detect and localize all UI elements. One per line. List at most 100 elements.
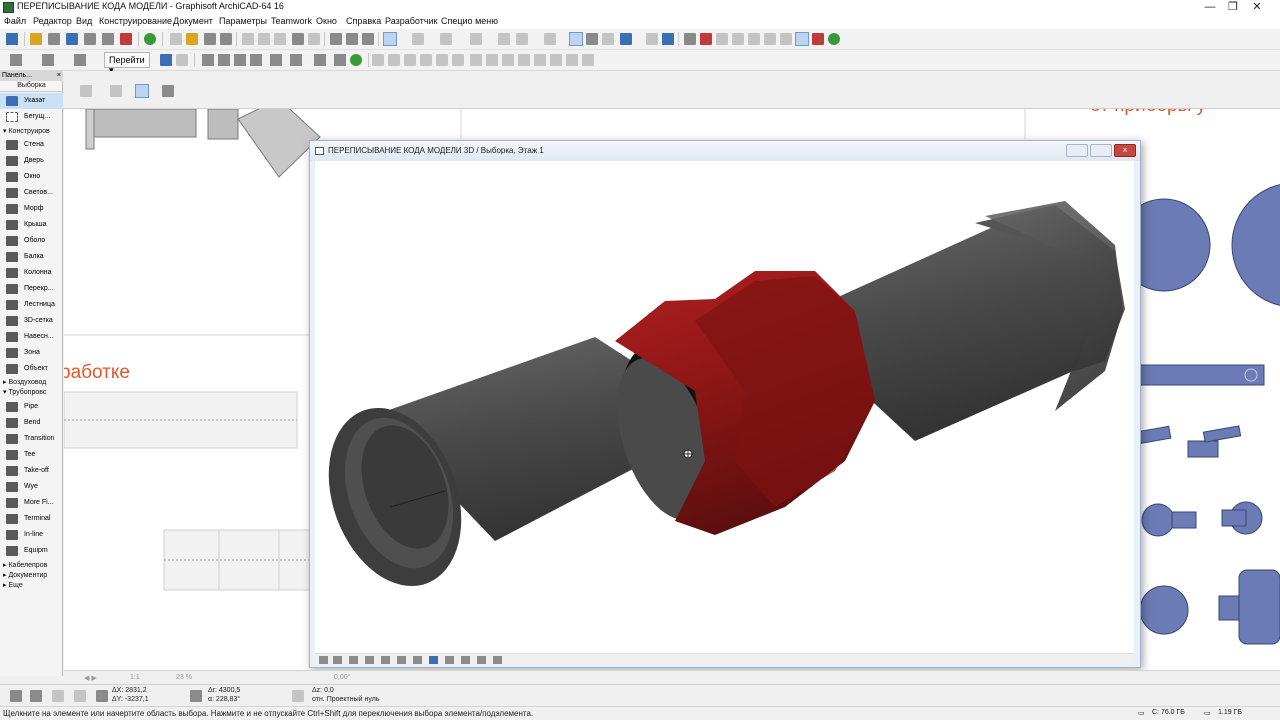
save-view-icon[interactable] (334, 54, 346, 66)
navigate-icon[interactable] (445, 656, 454, 664)
tool-skylight[interactable]: Светов... (0, 185, 63, 201)
group-pipes[interactable]: ▾ Трубопровс (0, 388, 63, 398)
split-icon[interactable] (684, 33, 696, 45)
order2-icon[interactable] (550, 54, 562, 66)
undo-zoom-icon[interactable]: ◀ ▶ (84, 674, 97, 682)
tool-curtain-wall[interactable]: Навесн... (0, 329, 63, 345)
orbit-icon[interactable] (429, 656, 438, 664)
menu-developer[interactable]: Разработчик (385, 16, 437, 26)
toolbox-close-icon[interactable]: × (57, 71, 61, 81)
tool-mesh[interactable]: 3D-сетка (0, 313, 63, 329)
adjust-icon[interactable] (748, 33, 760, 45)
menu-special[interactable]: Специо меню (441, 16, 498, 26)
open-icon[interactable] (30, 33, 42, 45)
angle-value[interactable]: 0,00° (334, 674, 350, 681)
group-cable[interactable]: ▸ Кабелепров (0, 561, 63, 571)
print-icon[interactable] (220, 33, 232, 45)
close-app-button[interactable]: ✕ (1234, 0, 1280, 15)
tool-zone[interactable]: Зона (0, 345, 63, 361)
settings-icon[interactable] (493, 656, 502, 664)
render-icon[interactable] (350, 54, 362, 66)
orbit-icon[interactable] (160, 54, 172, 66)
floor-plan-icon[interactable] (10, 54, 22, 66)
guide-icon[interactable] (440, 33, 452, 45)
group-more[interactable]: ▸ Еще (0, 581, 63, 591)
teamwork-icon[interactable] (102, 33, 114, 45)
zoom-next-icon[interactable] (397, 656, 406, 664)
tool-stair[interactable]: Лестница (0, 297, 63, 313)
zoom-prev-icon[interactable] (381, 656, 390, 664)
menu-window[interactable]: Окно (316, 16, 337, 26)
distribute-icon[interactable] (452, 54, 464, 66)
syringe-icon[interactable] (362, 33, 374, 45)
goto-dropdown[interactable]: Перейти ▾ (104, 52, 150, 75)
tool-takeoff[interactable]: Take-off (0, 463, 63, 479)
menu-edit[interactable]: Редактор (33, 16, 72, 26)
zoom-area-icon[interactable] (333, 656, 342, 664)
plot-icon[interactable] (66, 33, 78, 45)
undo-icon[interactable] (292, 33, 304, 45)
tool-window[interactable]: Окно (0, 169, 63, 185)
align-right-icon[interactable] (404, 54, 416, 66)
snap-icon[interactable] (412, 33, 424, 45)
tool-equipment[interactable]: Equipm (0, 543, 63, 559)
layers-icon[interactable] (6, 33, 18, 45)
cut-icon[interactable] (242, 33, 254, 45)
grid-icon[interactable] (470, 33, 482, 45)
section-icon[interactable] (74, 54, 86, 66)
relative-icon[interactable] (52, 690, 64, 702)
align-center-icon[interactable] (388, 54, 400, 66)
zoom-fit-icon[interactable] (319, 656, 328, 664)
intersect-icon[interactable] (764, 33, 776, 45)
offset-icon[interactable] (716, 33, 728, 45)
publisher-icon[interactable] (314, 54, 326, 66)
menu-design[interactable]: Конструирование (99, 16, 172, 26)
zoom-in-icon[interactable] (349, 656, 358, 664)
select-arrow-icon[interactable] (162, 85, 174, 97)
tool-marquee[interactable]: Бегущ... (0, 109, 63, 125)
zoom-value[interactable]: 23 % (176, 674, 192, 681)
tool-bend[interactable]: Bend (0, 415, 63, 431)
tool-inline[interactable]: In-line (0, 527, 63, 543)
rotated-rect-icon[interactable] (135, 84, 149, 98)
rectangle-select-icon[interactable] (110, 85, 122, 97)
order-icon[interactable] (534, 54, 546, 66)
drawing-icon[interactable] (290, 54, 302, 66)
align-top-icon[interactable] (420, 54, 432, 66)
menu-file[interactable]: Файл (4, 16, 26, 26)
detail-icon[interactable] (202, 54, 214, 66)
fillet-icon[interactable] (732, 33, 744, 45)
cross-icon[interactable] (602, 33, 614, 45)
coord-angle[interactable]: α: 228,83° (208, 696, 240, 703)
tool-door[interactable]: Дверь (0, 153, 63, 169)
selection-method-icon[interactable] (80, 85, 92, 97)
order4-icon[interactable] (582, 54, 594, 66)
lock-icon[interactable] (516, 33, 528, 45)
tool-pipe[interactable]: Pipe (0, 399, 63, 415)
3d-close-button[interactable]: × (1114, 144, 1136, 157)
elevation-icon[interactable] (780, 33, 792, 45)
tool-object[interactable]: Объект (0, 361, 63, 377)
align-left-icon[interactable] (372, 54, 384, 66)
3d-window-titlebar[interactable]: ПЕРЕПИСЫВАНИЕ КОДА МОДЕЛИ 3D / Выборка, … (310, 141, 1140, 161)
3d-maximize-button[interactable] (1090, 144, 1112, 157)
offset-point-icon[interactable] (74, 690, 86, 702)
open-folder-icon[interactable] (186, 33, 198, 45)
schedule-icon[interactable] (234, 54, 246, 66)
3d-window[interactable]: ПЕРЕПИСЫВАНИЕ КОДА МОДЕЛИ 3D / Выборка, … (309, 140, 1141, 668)
coord-dy[interactable]: ΔY: -3237,1 (112, 696, 149, 703)
publish-icon[interactable] (828, 33, 840, 45)
tool-slab[interactable]: Перекр... (0, 281, 63, 297)
find-select-icon[interactable] (330, 33, 342, 45)
pointer-tool-icon[interactable] (620, 33, 632, 45)
tool-roof[interactable]: Крыша (0, 217, 63, 233)
group-icon[interactable] (498, 33, 510, 45)
coord-dz[interactable]: Δz: 0,0 (312, 687, 334, 694)
worksheet-icon[interactable] (218, 54, 230, 66)
tool-beam[interactable]: Балка (0, 249, 63, 265)
tool-more-fittings[interactable]: More Fi... (0, 495, 63, 511)
tool-column[interactable]: Колонна (0, 265, 63, 281)
backward-icon[interactable] (518, 54, 530, 66)
tool-wye[interactable]: Wye (0, 479, 63, 495)
tool-shell[interactable]: Оболо (0, 233, 63, 249)
